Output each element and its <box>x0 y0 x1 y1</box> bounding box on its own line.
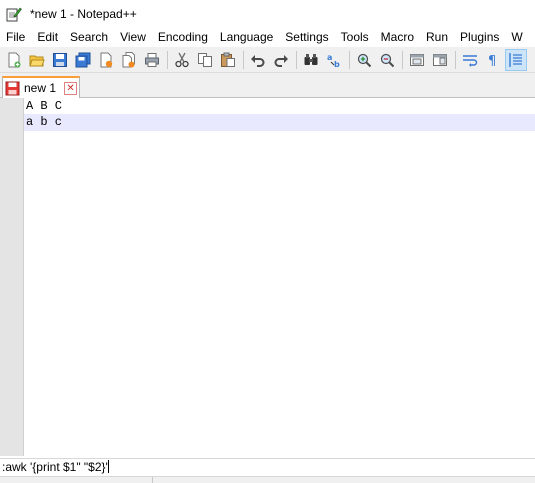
command-text: :awk '{print $1" "$2}' <box>2 460 108 474</box>
status-bar <box>0 476 535 483</box>
menu-bar: File Edit Search View Encoding Language … <box>0 27 535 47</box>
svg-text:¶: ¶ <box>488 54 496 68</box>
sync-horizontal-icon[interactable] <box>429 49 451 71</box>
redo-icon[interactable] <box>270 49 292 71</box>
toolbar: ab ¶ <box>0 47 535 73</box>
save-icon[interactable] <box>49 49 71 71</box>
svg-text:a: a <box>327 53 332 62</box>
title-bar: *new 1 - Notepad++ <box>0 0 535 27</box>
sync-vertical-icon[interactable] <box>406 49 428 71</box>
paste-icon[interactable] <box>217 49 239 71</box>
word-wrap-icon[interactable] <box>459 49 481 71</box>
menu-search[interactable]: Search <box>64 27 114 47</box>
menu-encoding[interactable]: Encoding <box>152 27 214 47</box>
editor-line[interactable]: A B C <box>24 98 535 115</box>
replace-icon[interactable]: ab <box>323 49 345 71</box>
tab-new-1[interactable]: new 1 ✕ <box>2 76 80 98</box>
toolbar-separator <box>349 50 350 69</box>
tab-label: new 1 <box>24 81 57 95</box>
menu-file[interactable]: File <box>0 27 31 47</box>
find-icon[interactable] <box>300 49 322 71</box>
window-title: *new 1 - Notepad++ <box>30 6 137 21</box>
toolbar-separator <box>402 50 403 69</box>
menu-edit[interactable]: Edit <box>31 27 64 47</box>
svg-text:b: b <box>334 60 340 68</box>
menu-window[interactable]: W <box>505 27 528 47</box>
close-all-icon[interactable] <box>118 49 140 71</box>
line-number-gutter <box>0 98 24 456</box>
command-line[interactable]: :awk '{print $1" "$2}' <box>0 458 535 476</box>
editor-line-current[interactable]: a b c <box>24 114 535 131</box>
status-divider <box>152 477 153 483</box>
text-caret <box>107 460 109 473</box>
toolbar-separator <box>296 50 297 69</box>
toolbar-separator <box>243 50 244 69</box>
editor-area[interactable]: A B C a b c <box>0 98 535 456</box>
save-all-icon[interactable] <box>72 49 94 71</box>
undo-icon[interactable] <box>247 49 269 71</box>
show-all-chars-icon[interactable]: ¶ <box>482 49 504 71</box>
cut-icon[interactable] <box>171 49 193 71</box>
tab-bar: new 1 ✕ <box>0 73 535 98</box>
open-file-icon[interactable] <box>26 49 48 71</box>
zoom-in-icon[interactable] <box>353 49 375 71</box>
new-file-icon[interactable] <box>3 49 25 71</box>
menu-tools[interactable]: Tools <box>335 27 375 47</box>
menu-language[interactable]: Language <box>214 27 279 47</box>
close-icon[interactable] <box>95 49 117 71</box>
menu-plugins[interactable]: Plugins <box>454 27 505 47</box>
menu-view[interactable]: View <box>114 27 152 47</box>
tab-close-icon[interactable]: ✕ <box>64 81 78 95</box>
menu-macro[interactable]: Macro <box>375 27 420 47</box>
indent-guide-icon[interactable] <box>505 48 527 71</box>
toolbar-separator <box>167 50 168 69</box>
unsaved-file-icon <box>5 81 20 96</box>
menu-settings[interactable]: Settings <box>279 27 334 47</box>
print-icon[interactable] <box>141 49 163 71</box>
toolbar-separator <box>455 50 456 69</box>
zoom-out-icon[interactable] <box>376 49 398 71</box>
copy-icon[interactable] <box>194 49 216 71</box>
notepadpp-app-icon <box>6 6 22 22</box>
menu-run[interactable]: Run <box>420 27 454 47</box>
